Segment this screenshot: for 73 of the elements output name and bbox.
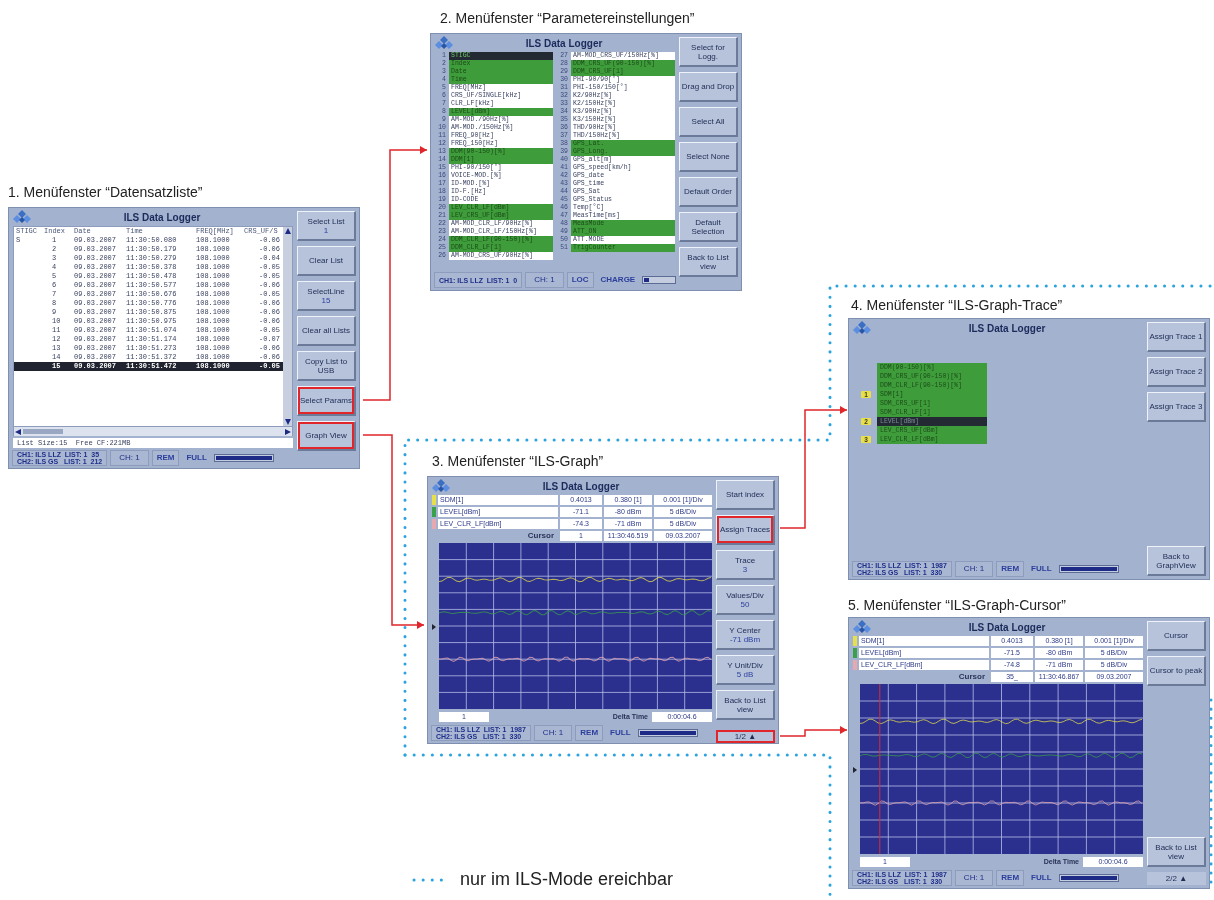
softkey-button[interactable]: Start index (716, 480, 775, 510)
softkey-button[interactable]: Select for Logg. (679, 37, 738, 67)
power-label: FULL (1030, 872, 1053, 884)
page-indicator[interactable]: 1/2 ▲ (716, 730, 775, 743)
softkey-button[interactable]: Clear List (297, 246, 356, 276)
softkey-button[interactable]: Assign Traces (716, 515, 775, 545)
softkey-button[interactable]: Cursor to peak (1147, 656, 1206, 686)
figure-caption: 2. Menüfenster “Parametereinstellungen” (440, 9, 695, 28)
power-label: CHARGE (599, 274, 637, 286)
softkey-button[interactable]: Values/Div 50 (716, 585, 775, 615)
channel-label: CH: 1 (954, 870, 994, 886)
channel-label: CH: 1 (533, 725, 573, 741)
trace-pointer-icon (853, 767, 857, 774)
softkey-button[interactable]: Select Params (297, 386, 356, 416)
channel-label: CH: 1 (525, 272, 564, 288)
softkey-button[interactable]: Assign Trace 1 (1147, 322, 1206, 352)
screen-title: ILS Data Logger (122, 210, 202, 225)
softkey-button[interactable]: Clear all Lists (297, 316, 356, 346)
softkey-button[interactable]: Trace 3 (716, 550, 775, 580)
vertical-scrollbar[interactable] (283, 227, 292, 426)
channel-label: CH: 1 (110, 450, 149, 466)
scroll-up-icon[interactable] (284, 228, 291, 234)
figure-caption: 3. Menüfenster “ILS-Graph” (432, 452, 604, 471)
page-indicator[interactable]: 2/2 ▲ (1147, 872, 1206, 885)
power-label: FULL (1030, 563, 1053, 575)
power-label: FULL (185, 452, 208, 464)
screen-title: ILS Data Logger (967, 620, 1047, 635)
screen-title: ILS Data Logger (524, 36, 604, 51)
softkey-button[interactable]: Y Unit/Div 5 dB (716, 655, 775, 685)
mode-label: REM (996, 561, 1025, 577)
softkey-button[interactable]: Graph View (297, 421, 356, 451)
diamond-logo-icon (435, 36, 453, 50)
softkey-button[interactable]: Back to List view (679, 247, 738, 277)
softkey-button[interactable]: Select None (679, 142, 738, 172)
scroll-right-icon[interactable] (285, 428, 291, 435)
softkey-button[interactable]: Drag and Drop (679, 72, 738, 102)
softkey-button[interactable]: Cursor (1147, 621, 1206, 651)
figure-caption: 1. Menüfenster “Datensatzliste” (8, 183, 203, 202)
legend-text: nur im ILS-Mode ereichbar (460, 868, 674, 891)
softkey-button[interactable]: SelectLine 15 (297, 281, 356, 311)
cursor-label: Cursor (957, 672, 986, 682)
softkey-button[interactable]: Back to GraphView (1147, 546, 1206, 576)
cursor-label: Cursor (526, 531, 555, 541)
diamond-logo-icon (13, 210, 31, 224)
softkey-button[interactable]: Copy List to USB (297, 351, 356, 381)
softkey-button[interactable]: Y Center -71 dBm (716, 620, 775, 650)
diamond-logo-icon (853, 620, 871, 634)
figure-caption: 5. Menüfenster “ILS-Graph-Cursor” (848, 596, 1066, 615)
scroll-down-icon[interactable] (284, 419, 291, 425)
connector-arrow (779, 726, 848, 737)
diamond-logo-icon (853, 321, 871, 335)
figure-caption: 4. Menüfenster “ILS-Graph-Trace” (851, 296, 1063, 315)
softkey-button[interactable]: Back to List view (1147, 837, 1206, 867)
softkey-button[interactable]: Default Order (679, 177, 738, 207)
horizontal-scrollbar[interactable] (13, 427, 293, 436)
softkey-button[interactable]: Select List 1 (297, 211, 356, 241)
softkey-button[interactable]: Select All (679, 107, 738, 137)
screen-title: ILS Data Logger (541, 479, 621, 494)
softkey-button[interactable]: Back to List view (716, 690, 775, 720)
mode-label: REM (996, 870, 1025, 886)
mode-label: REM (151, 450, 180, 466)
power-label: FULL (609, 727, 632, 739)
scroll-thumb[interactable] (23, 429, 63, 434)
mode-label: LOC (566, 272, 594, 288)
softkey-button[interactable]: Assign Trace 2 (1147, 357, 1206, 387)
mode-label: REM (575, 725, 604, 741)
trace-pointer-icon (432, 624, 436, 631)
channel-label: CH: 1 (954, 561, 994, 577)
screen-title: ILS Data Logger (967, 321, 1047, 336)
scroll-left-icon[interactable] (15, 428, 21, 435)
softkey-button[interactable]: Default Selection (679, 212, 738, 242)
softkey-button[interactable]: Assign Trace 3 (1147, 392, 1206, 422)
diamond-logo-icon (432, 479, 450, 493)
